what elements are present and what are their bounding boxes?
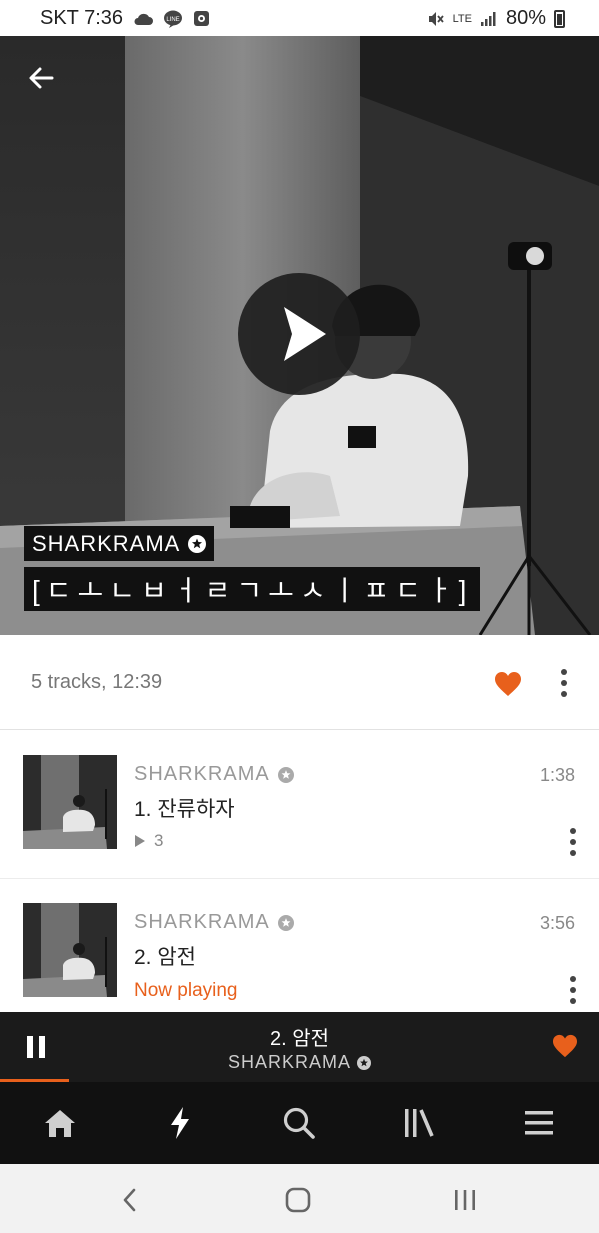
home-icon [44,1110,75,1137]
system-recents-button[interactable] [450,1186,480,1214]
track-artist[interactable]: SHARKRAMA [134,763,294,786]
verified-icon [277,766,294,783]
menu-icon [525,1111,554,1135]
status-left: SKT 7:36 LINE [40,7,210,30]
track-artist[interactable]: SHARKRAMA [134,911,294,934]
cloud-icon [134,13,154,25]
mute-icon [428,11,444,26]
track-artist-name: SHARKRAMA [134,763,270,785]
battery-icon [554,9,565,28]
network-type: LTE [452,12,472,25]
hero-artist-name: SHARKRAMA [32,530,181,556]
track-title: 1. 잔류하자 [134,798,235,821]
track-duration: 1:38 [539,765,575,785]
notification-icon [194,11,210,26]
mini-player-artist: SHARKRAMA [0,1052,599,1073]
nav-search[interactable] [240,1082,360,1164]
svg-text:LINE: LINE [166,17,179,23]
verified-icon [277,914,294,931]
play-count: 3 [154,831,164,850]
play-button[interactable] [238,273,360,395]
mini-like-button[interactable] [552,1034,578,1058]
track-more-button[interactable] [562,827,584,857]
nav-stream[interactable] [120,1082,240,1164]
play-count-icon [135,835,145,847]
playlist-title: [ㄷㅗㄴㅂㅓㄹㄱㅗㅅㅣㅍㄷㅏ] [24,567,481,611]
track-title: 2. 암전 [134,946,196,969]
verified-icon [357,1055,372,1070]
hero-artist-link[interactable]: SHARKRAMA [24,526,215,561]
carrier-time: SKT 7:36 [40,7,124,29]
library-icon [405,1109,434,1137]
track-more-button[interactable] [562,975,584,1005]
status-bar: SKT 7:36 LINE LTE 80% [0,0,599,36]
nav-library[interactable] [359,1082,479,1164]
search-icon [284,1107,316,1139]
battery-percent: 80% [505,7,546,29]
track-row[interactable]: SHARKRAMA 2. 암전 3:56 Now playing [0,879,599,1027]
track-summary: 5 tracks, 12:39 [31,671,163,693]
line-app-icon: LINE [164,10,183,28]
system-home-button[interactable] [283,1186,313,1214]
status-right: LTE 80% [427,7,565,30]
system-back-button[interactable] [115,1186,145,1214]
mini-player[interactable]: 2. 암전 SHARKRAMA [0,1012,599,1082]
play-icon [284,307,326,361]
lightning-icon [170,1107,189,1139]
back-button[interactable] [22,58,62,98]
mini-player-title: 2. 암전 [269,1028,330,1050]
system-nav-bar [0,1164,599,1233]
nav-menu[interactable] [479,1082,599,1164]
track-row[interactable]: SHARKRAMA 1. 잔류하자 1:38 3 [0,731,599,879]
now-playing-label: Now playing [134,980,238,1001]
signal-icon [480,11,496,26]
mini-player-artist-name: SHARKRAMA [227,1052,352,1072]
heart-icon [495,672,521,696]
like-button[interactable] [494,671,522,697]
playlist-title-text: [ㄷㅗㄴㅂㅓㄹㄱㅗㅅㅣㅍㄷㅏ] [32,575,473,606]
track-artwork [23,903,117,997]
screen: SKT 7:36 LINE LTE 80% SHARKRAMA [ㄷㅗㄴㅂㅓㄹㄱ… [0,0,599,1233]
heart-icon [553,1034,577,1058]
track-play-count: 3 [134,831,163,851]
playlist-info-row: 5 tracks, 12:39 [0,635,599,730]
track-artist-name: SHARKRAMA [134,911,270,933]
track-artwork [23,755,117,849]
playlist-more-button[interactable] [553,668,575,698]
nav-home[interactable] [0,1082,120,1164]
bottom-nav [0,1082,599,1164]
verified-icon [188,534,207,553]
track-duration: 3:56 [539,913,575,933]
playlist-artwork: SHARKRAMA [ㄷㅗㄴㅂㅓㄹㄱㅗㅅㅣㅍㄷㅏ] [0,36,599,635]
